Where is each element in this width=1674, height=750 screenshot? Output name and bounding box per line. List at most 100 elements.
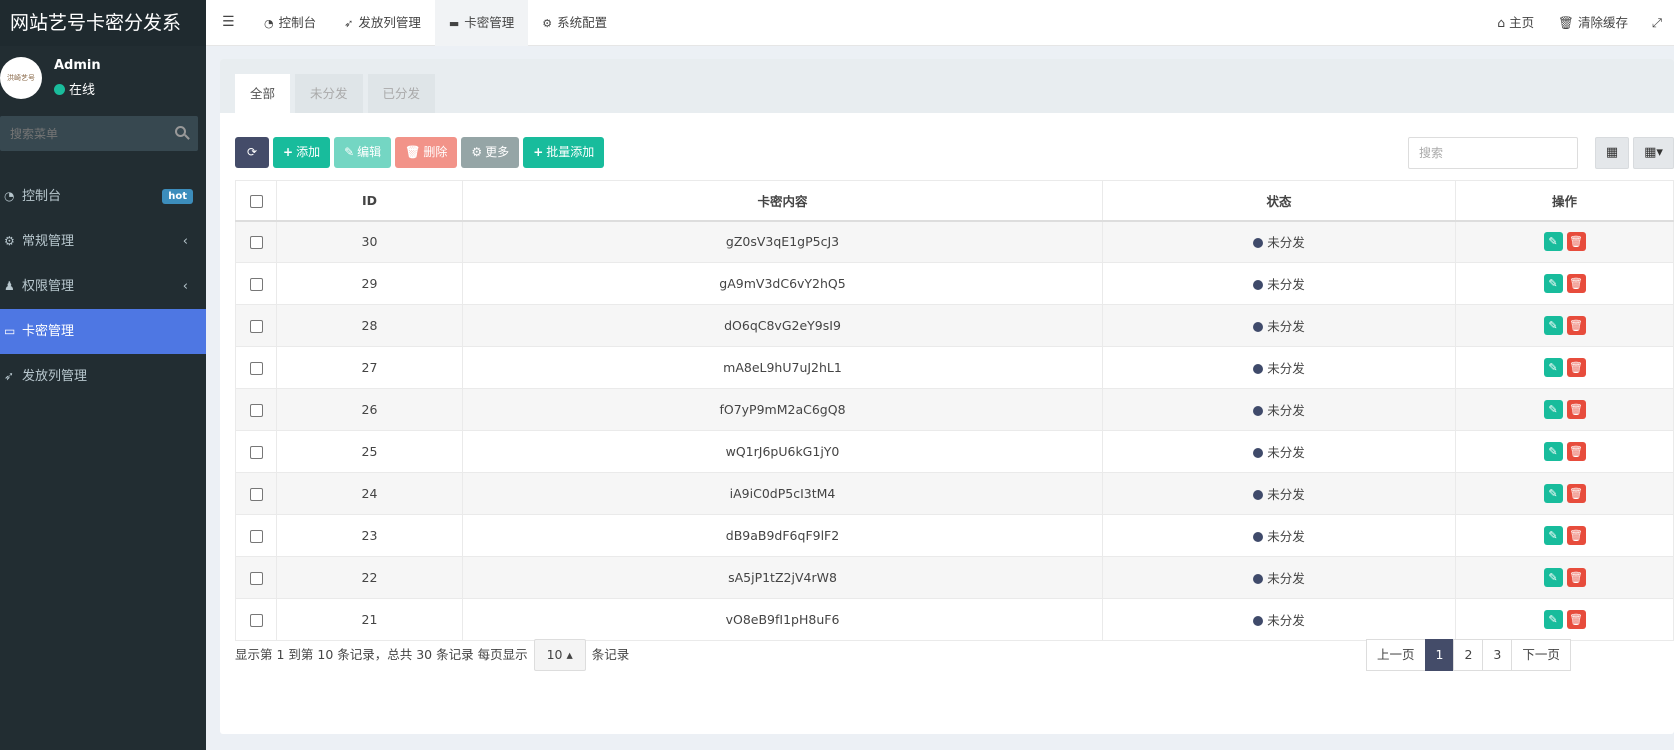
row-delete-button[interactable]: 🗑 (1566, 526, 1586, 545)
filter-tab-unsent[interactable]: 未分发 (295, 74, 363, 113)
add-button[interactable]: + 添加 (273, 137, 331, 168)
select-all-checkbox[interactable] (249, 194, 263, 208)
pagination-info-prefix: 显示第 1 到第 10 条记录，总共 30 条记录 每页显示 (235, 647, 528, 662)
pagination-info: 显示第 1 到第 10 条记录，总共 30 条记录 每页显示 10 ▴ 条记录 (235, 639, 629, 671)
row-edit-button[interactable]: ✎ (1543, 610, 1563, 629)
table-row[interactable]: 29 gA9mV3dC6vY2hQ5 未分发 ✎ 🗑 (235, 262, 1674, 305)
search-icon[interactable] (175, 126, 186, 137)
edit-button[interactable]: ✎ 编辑 (334, 137, 392, 168)
column-header-id[interactable]: ID (276, 180, 463, 222)
row-edit-button[interactable]: ✎ (1543, 526, 1563, 545)
avatar[interactable]: 洪崎艺号 (0, 57, 42, 99)
table-search-input[interactable]: 搜索 (1408, 137, 1578, 169)
row-checkbox[interactable] (249, 488, 263, 501)
tab-send[interactable]: ➶ 发放列管理 (330, 0, 435, 46)
page-3-button[interactable]: 3 (1482, 639, 1513, 671)
sidebar-item-send[interactable]: ➶ 发放列管理 (0, 354, 206, 399)
row-checkbox[interactable] (249, 278, 263, 291)
row-edit-button[interactable]: ✎ (1543, 274, 1563, 293)
more-button[interactable]: ⚙ 更多 (461, 137, 520, 168)
table-row[interactable]: 30 gZ0sV3qE1gP5cJ3 未分发 ✎ 🗑 (235, 220, 1674, 263)
row-delete-button[interactable]: 🗑 (1566, 400, 1586, 419)
sidebar-item-dashboard[interactable]: ◔ 控制台 hot (0, 174, 206, 219)
delete-label: 删除 (423, 145, 448, 159)
delete-button[interactable]: 🗑 删除 (395, 137, 458, 168)
cell-status: 未分发 (1102, 514, 1456, 557)
row-checkbox[interactable] (249, 446, 263, 459)
online-dot-icon (54, 84, 65, 95)
row-delete-button[interactable]: 🗑 (1566, 232, 1586, 252)
row-delete-button[interactable]: 🗑 (1566, 484, 1586, 503)
table-row[interactable]: 28 dO6qC8vG2eY9sI9 未分发 ✎ 🗑 (235, 304, 1674, 347)
sidebar: 网站艺号卡密分发系 洪崎艺号 Admin 在线 ◔ 控制台 hot ⚙ 常规管理 ‹… (0, 0, 206, 750)
row-delete-button[interactable]: 🗑 (1566, 316, 1586, 335)
home-link[interactable]: ⌂ 主页 (1485, 0, 1546, 46)
cell-status: 未分发 (1102, 556, 1456, 599)
sidebar-item-cards[interactable]: ▭ 卡密管理 (0, 309, 206, 354)
clear-cache-label: 清除缓存 (1577, 15, 1628, 30)
prev-page-button[interactable]: 上一页 (1366, 639, 1426, 671)
sidebar-search-input[interactable] (0, 116, 198, 151)
menu-toggle-icon[interactable]: ☰ (222, 14, 235, 30)
table-row[interactable]: 26 fO7yP9mM2aC6gQ8 未分发 ✎ 🗑 (235, 388, 1674, 431)
fullscreen-button[interactable]: ⤢ (1640, 0, 1674, 46)
row-checkbox[interactable] (249, 404, 263, 417)
tab-cards[interactable]: ▬ 卡密管理 (434, 0, 529, 46)
row-delete-button[interactable]: 🗑 (1566, 442, 1586, 461)
clear-cache-link[interactable]: 🗑 清除缓存 (1546, 0, 1640, 46)
row-edit-button[interactable]: ✎ (1543, 442, 1563, 461)
page-2-button[interactable]: 2 (1453, 639, 1484, 671)
row-edit-button[interactable]: ✎ (1543, 400, 1563, 419)
row-checkbox[interactable] (249, 362, 263, 375)
column-header-content[interactable]: 卡密内容 (462, 180, 1103, 222)
user-status: 在线 (54, 79, 95, 98)
pencil-icon: ✎ (1548, 445, 1558, 458)
status-dot-icon (1253, 574, 1264, 584)
tab-settings[interactable]: ⚙ 系统配置 (528, 0, 621, 46)
cell-actions: ✎ 🗑 (1455, 346, 1674, 389)
row-edit-button[interactable]: ✎ (1543, 316, 1563, 335)
row-edit-button[interactable]: ✎ (1543, 484, 1563, 503)
row-delete-button[interactable]: 🗑 (1566, 358, 1586, 377)
table-row[interactable]: 22 sA5jP1tZ2jV4rW8 未分发 ✎ 🗑 (235, 556, 1674, 599)
table-row[interactable]: 24 iA9iC0dP5cI3tM4 未分发 ✎ 🗑 (235, 472, 1674, 515)
column-header-status[interactable]: 状态 (1102, 180, 1456, 222)
row-delete-button[interactable]: 🗑 (1566, 568, 1586, 587)
toggle-view-button[interactable]: ▦ (1595, 137, 1629, 169)
row-edit-button[interactable]: ✎ (1543, 568, 1563, 587)
row-checkbox[interactable] (249, 320, 263, 333)
table-row[interactable]: 21 vO8eB9fI1pH8uF6 未分发 ✎ 🗑 (235, 598, 1674, 641)
user-panel: 洪崎艺号 Admin 在线 (0, 46, 206, 116)
filter-tab-all[interactable]: 全部 (235, 74, 291, 113)
row-checkbox[interactable] (249, 236, 263, 250)
pagination-info-suffix: 条记录 (591, 647, 630, 662)
sidebar-item-permissions[interactable]: ♟ 权限管理 ‹ (0, 264, 206, 309)
row-delete-button[interactable]: 🗑 (1566, 610, 1586, 629)
tab-dashboard[interactable]: ◔ 控制台 (250, 0, 330, 46)
sidebar-item-general[interactable]: ⚙ 常规管理 ‹ (0, 219, 206, 264)
cell-id: 30 (276, 220, 463, 263)
columns-dropdown-button[interactable]: ▦▾ (1633, 137, 1674, 169)
next-page-button[interactable]: 下一页 (1511, 639, 1571, 671)
row-select-cell (235, 304, 277, 347)
row-edit-button[interactable]: ✎ (1543, 232, 1563, 252)
row-delete-button[interactable]: 🗑 (1566, 274, 1586, 293)
row-checkbox[interactable] (249, 530, 263, 543)
cell-status: 未分发 (1102, 304, 1456, 347)
cell-content: dB9aB9dF6qF9lF2 (462, 514, 1103, 557)
batch-add-button[interactable]: + 批量添加 (523, 137, 605, 168)
row-edit-button[interactable]: ✎ (1543, 358, 1563, 377)
refresh-button[interactable]: ⟳ (235, 137, 269, 168)
table-row[interactable]: 27 mA8eL9hU7uJ2hL1 未分发 ✎ 🗑 (235, 346, 1674, 389)
pencil-icon: ✎ (1548, 277, 1558, 290)
send-icon: ➶ (4, 369, 15, 383)
page-1-button[interactable]: 1 (1424, 639, 1455, 671)
row-checkbox[interactable] (249, 572, 263, 585)
table-row[interactable]: 25 wQ1rJ6pU6kG1jY0 未分发 ✎ 🗑 (235, 430, 1674, 473)
filter-tab-sent[interactable]: 已分发 (367, 74, 436, 113)
page-size-dropdown[interactable]: 10 ▴ (533, 639, 586, 671)
row-checkbox[interactable] (249, 614, 263, 627)
pencil-icon: ✎ (1548, 361, 1558, 374)
table-row[interactable]: 23 dB9aB9dF6qF9lF2 未分发 ✎ 🗑 (235, 514, 1674, 557)
home-label: 主页 (1509, 15, 1535, 30)
